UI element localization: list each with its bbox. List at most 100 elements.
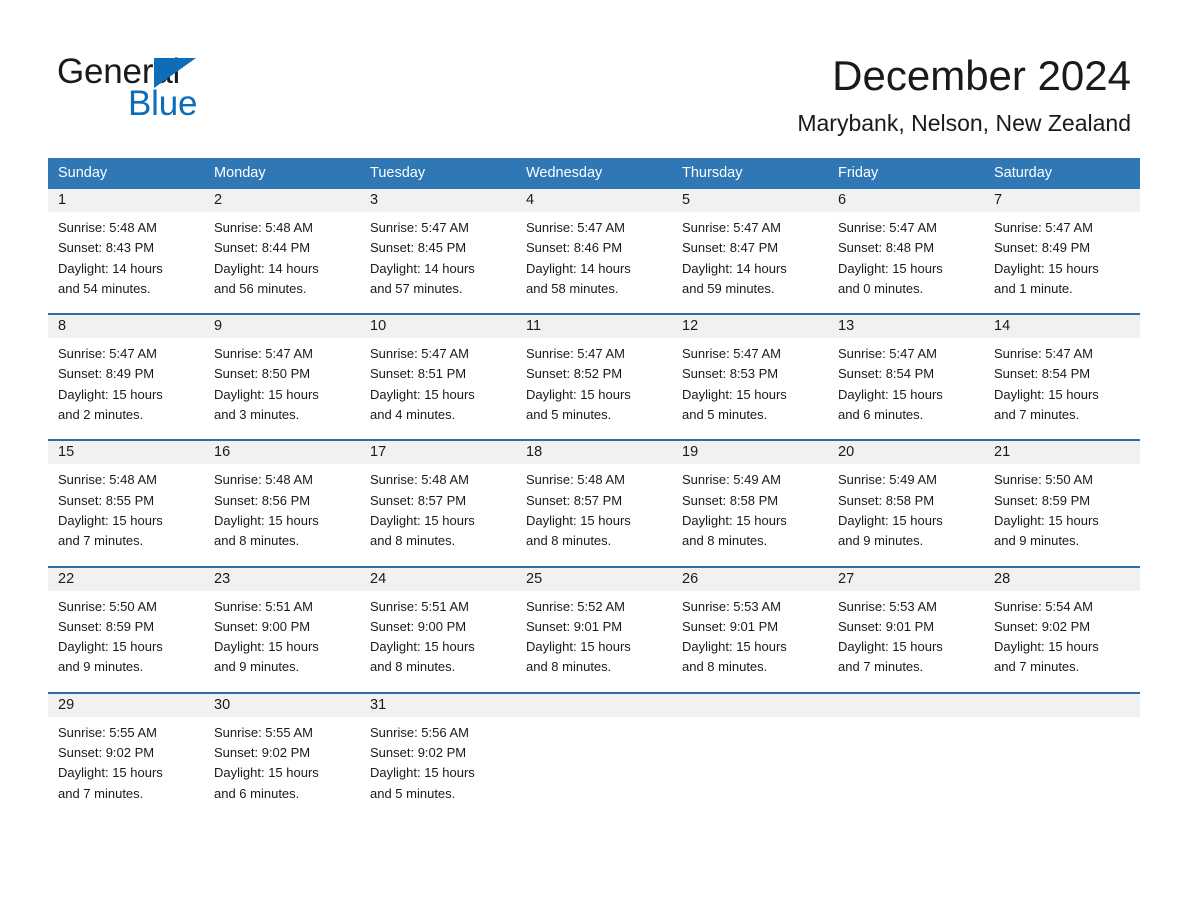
day-number-12[interactable]: 12 — [672, 315, 828, 338]
sunset-text: Sunset: 8:49 PM — [994, 240, 1091, 256]
day-cell-20[interactable]: Sunrise: 5:49 AM Sunset: 8:58 PM Daylight:… — [828, 470, 984, 551]
day-cell-28[interactable]: Sunrise: 5:54 AM Sunset: 9:02 PM Daylight:… — [984, 597, 1140, 678]
day-cell-18[interactable]: Sunrise: 5:48 AM Sunset: 8:57 PM Daylight:… — [516, 470, 672, 551]
daylight-text-line1: Daylight: 15 hours — [214, 765, 319, 781]
daylight-text-line2: and 0 minutes. — [838, 280, 924, 296]
day-cell-8[interactable]: Sunrise: 5:47 AM Sunset: 8:49 PM Daylight:… — [48, 344, 204, 425]
day-cell-5[interactable]: Sunrise: 5:47 AM Sunset: 8:47 PM Daylight:… — [672, 218, 828, 299]
day-cell-29[interactable]: Sunrise: 5:55 AM Sunset: 9:02 PM Daylight:… — [48, 723, 204, 804]
day-number-31[interactable]: 31 — [360, 694, 516, 717]
daylight-text-line1: Daylight: 14 hours — [370, 260, 475, 276]
daylight-text-line2: and 7 minutes. — [994, 659, 1080, 675]
sunset-text: Sunset: 9:02 PM — [994, 618, 1091, 634]
day-cell-27[interactable]: Sunrise: 5:53 AM Sunset: 9:01 PM Daylight:… — [828, 597, 984, 678]
day-number-2[interactable]: 2 — [204, 189, 360, 212]
day-cell-11[interactable]: Sunrise: 5:47 AM Sunset: 8:52 PM Daylight:… — [516, 344, 672, 425]
daylight-text-line1: Daylight: 15 hours — [838, 386, 943, 402]
day-number-29[interactable]: 29 — [48, 694, 204, 717]
sunrise-text: Sunrise: 5:55 AM — [58, 724, 157, 740]
day-number-14[interactable]: 14 — [984, 315, 1140, 338]
day-cell-7[interactable]: Sunrise: 5:47 AM Sunset: 8:49 PM Daylight:… — [984, 218, 1140, 299]
day-cell-17[interactable]: Sunrise: 5:48 AM Sunset: 8:57 PM Daylight:… — [360, 470, 516, 551]
sunset-text: Sunset: 9:01 PM — [526, 618, 623, 634]
day-cell-13[interactable]: Sunrise: 5:47 AM Sunset: 8:54 PM Daylight:… — [828, 344, 984, 425]
day-cell-16[interactable]: Sunrise: 5:48 AM Sunset: 8:56 PM Daylight:… — [204, 470, 360, 551]
day-number-11[interactable]: 11 — [516, 315, 672, 338]
day-number-28[interactable]: 28 — [984, 568, 1140, 591]
day-number-10[interactable]: 10 — [360, 315, 516, 338]
day-number-9[interactable]: 9 — [204, 315, 360, 338]
day-cell-3[interactable]: Sunrise: 5:47 AM Sunset: 8:45 PM Daylight:… — [360, 218, 516, 299]
day-number-5[interactable]: 5 — [672, 189, 828, 212]
sunrise-text: Sunrise: 5:47 AM — [526, 346, 625, 362]
daylight-text-line1: Daylight: 15 hours — [370, 765, 475, 781]
weekday-header-sunday: Sunday — [58, 165, 108, 181]
day-number-band: 29 30 31 — [48, 693, 1140, 717]
day-cell-22[interactable]: Sunrise: 5:50 AM Sunset: 8:59 PM Daylight:… — [48, 597, 204, 678]
day-number-4[interactable]: 4 — [516, 189, 672, 212]
daylight-text-line1: Daylight: 14 hours — [682, 260, 787, 276]
sunset-text: Sunset: 9:02 PM — [58, 745, 155, 761]
day-cell-12[interactable]: Sunrise: 5:47 AM Sunset: 8:53 PM Daylight:… — [672, 344, 828, 425]
day-cell-14[interactable]: Sunrise: 5:47 AM Sunset: 8:54 PM Daylight:… — [984, 344, 1140, 425]
day-number-1[interactable]: 1 — [48, 189, 204, 212]
day-number-15[interactable]: 15 — [48, 441, 204, 464]
day-detail-row: Sunrise: 5:48 AM Sunset: 8:43 PM Daylight:… — [48, 212, 1140, 300]
day-number-7[interactable]: 7 — [984, 189, 1140, 212]
day-cell-31[interactable]: Sunrise: 5:56 AM Sunset: 9:02 PM Daylight:… — [360, 723, 516, 804]
sunrise-text: Sunrise: 5:50 AM — [994, 472, 1093, 488]
day-number-3[interactable]: 3 — [360, 189, 516, 212]
daylight-text-line2: and 8 minutes. — [370, 659, 456, 675]
day-number-22[interactable]: 22 — [48, 568, 204, 591]
day-cell-26[interactable]: Sunrise: 5:53 AM Sunset: 9:01 PM Daylight:… — [672, 597, 828, 678]
day-number-13[interactable]: 13 — [828, 315, 984, 338]
day-number-17[interactable]: 17 — [360, 441, 516, 464]
daylight-text-line1: Daylight: 15 hours — [838, 260, 943, 276]
day-number-band: 1234567 — [48, 189, 1140, 212]
day-cell-30[interactable]: Sunrise: 5:55 AM Sunset: 9:02 PM Daylight:… — [204, 723, 360, 804]
day-cell-25[interactable]: Sunrise: 5:52 AM Sunset: 9:01 PM Daylight:… — [516, 597, 672, 678]
calendar-week-row: 15 16 17 18 19 20 21 Sunrise: 5:48 AM Sunset: 8:… — [48, 439, 1140, 552]
daylight-text-line1: Daylight: 15 hours — [214, 639, 319, 655]
day-number-8[interactable]: 8 — [48, 315, 204, 338]
day-number-empty — [828, 694, 984, 717]
day-cell-10[interactable]: Sunrise: 5:47 AM Sunset: 8:51 PM Daylight:… — [360, 344, 516, 425]
day-number-23[interactable]: 23 — [204, 568, 360, 591]
day-cell-23[interactable]: Sunrise: 5:51 AM Sunset: 9:00 PM Daylight:… — [204, 597, 360, 678]
day-cell-1[interactable]: Sunrise: 5:48 AM Sunset: 8:43 PM Daylight:… — [48, 218, 204, 299]
day-number-16[interactable]: 16 — [204, 441, 360, 464]
day-number-30[interactable]: 30 — [204, 694, 360, 717]
sunset-text: Sunset: 9:01 PM — [838, 618, 935, 634]
sunrise-text: Sunrise: 5:56 AM — [370, 724, 469, 740]
day-number-26[interactable]: 26 — [672, 568, 828, 591]
daylight-text-line1: Daylight: 15 hours — [682, 386, 787, 402]
sunset-text: Sunset: 8:47 PM — [682, 240, 779, 256]
day-number-18[interactable]: 18 — [516, 441, 672, 464]
day-cell-6[interactable]: Sunrise: 5:47 AM Sunset: 8:48 PM Daylight:… — [828, 218, 984, 299]
day-number-20[interactable]: 20 — [828, 441, 984, 464]
sunrise-text: Sunrise: 5:49 AM — [682, 472, 781, 488]
day-cell-15[interactable]: Sunrise: 5:48 AM Sunset: 8:55 PM Daylight:… — [48, 470, 204, 551]
day-cell-21[interactable]: Sunrise: 5:50 AM Sunset: 8:59 PM Daylight:… — [984, 470, 1140, 551]
day-number-6[interactable]: 6 — [828, 189, 984, 212]
day-number-24[interactable]: 24 — [360, 568, 516, 591]
day-cell-9[interactable]: Sunrise: 5:47 AM Sunset: 8:50 PM Daylight:… — [204, 344, 360, 425]
daylight-text-line2: and 1 minute. — [994, 280, 1073, 296]
day-cell-2[interactable]: Sunrise: 5:48 AM Sunset: 8:44 PM Daylight:… — [204, 218, 360, 299]
day-number-27[interactable]: 27 — [828, 568, 984, 591]
day-number-19[interactable]: 19 — [672, 441, 828, 464]
daylight-text-line2: and 9 minutes. — [214, 659, 300, 675]
day-cell-4[interactable]: Sunrise: 5:47 AM Sunset: 8:46 PM Daylight:… — [516, 218, 672, 299]
daylight-text-line2: and 8 minutes. — [682, 659, 768, 675]
day-number-band: 15 16 17 18 19 20 21 — [48, 441, 1140, 465]
weekday-header-friday: Friday — [838, 165, 879, 181]
sunrise-text: Sunrise: 5:50 AM — [58, 598, 157, 614]
day-number-21[interactable]: 21 — [984, 441, 1140, 464]
generalblue-logo[interactable]: General Blue — [57, 52, 287, 123]
day-number-25[interactable]: 25 — [516, 568, 672, 591]
daylight-text-line2: and 58 minutes. — [526, 280, 619, 296]
sunset-text: Sunset: 9:02 PM — [370, 745, 467, 761]
day-cell-19[interactable]: Sunrise: 5:49 AM Sunset: 8:58 PM Daylight:… — [672, 470, 828, 551]
daylight-text-line2: and 59 minutes. — [682, 280, 775, 296]
day-cell-24[interactable]: Sunrise: 5:51 AM Sunset: 9:00 PM Daylight:… — [360, 597, 516, 678]
